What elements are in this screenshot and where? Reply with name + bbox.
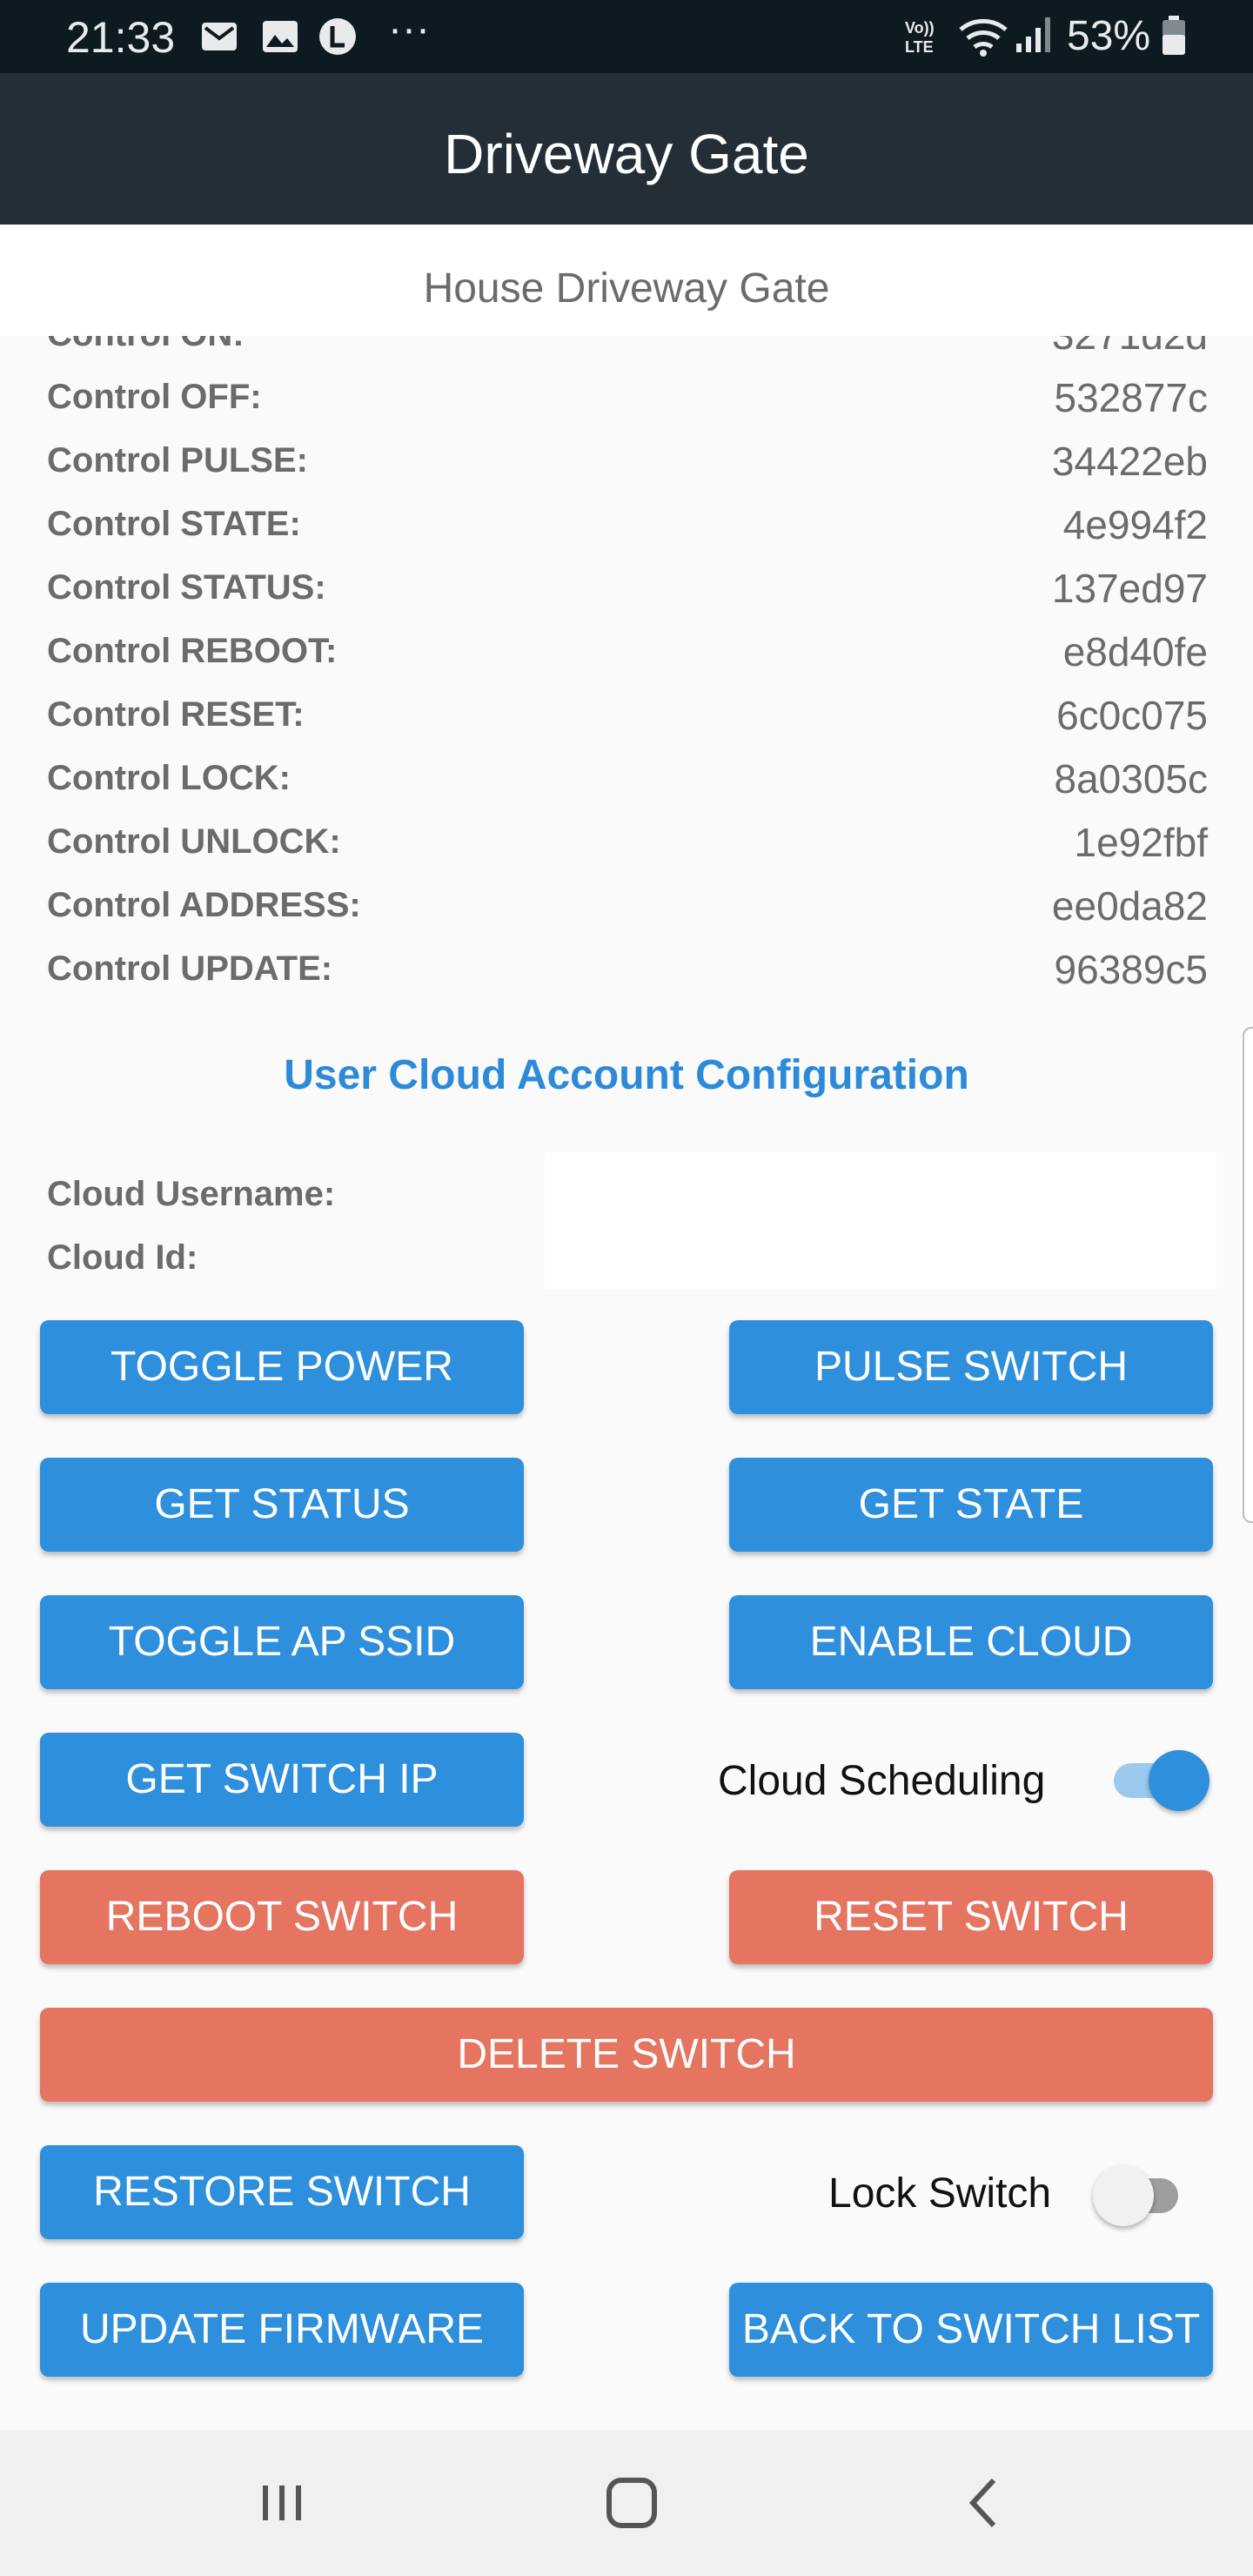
get-state-button[interactable]: GET STATE — [729, 1458, 1213, 1552]
reboot-switch-button[interactable]: REBOOT SWITCH — [40, 1870, 524, 1964]
get-switch-ip-button[interactable]: GET SWITCH IP — [40, 1733, 524, 1827]
toggle-thumb — [1093, 2165, 1154, 2226]
status-bar: 21:33 ··· Vo)) LTE 53% — [0, 0, 1253, 73]
svg-text:LTE: LTE — [905, 38, 934, 56]
info-label: Control UPDATE: — [47, 949, 333, 988]
wifi-icon — [959, 18, 1008, 57]
toggle-thumb — [1149, 1750, 1209, 1811]
info-value: 4e994f2 — [1062, 502, 1208, 547]
cloud-section-title: User Cloud Account Configuration — [284, 1052, 969, 1098]
info-row-control-on: Control ON: 3271d2d — [47, 336, 1208, 366]
get-status-button[interactable]: GET STATUS — [40, 1458, 524, 1552]
volte-icon: Vo)) LTE — [905, 19, 935, 56]
info-row-control-reset: Control RESET: 6c0c075 — [47, 683, 1208, 746]
toggle-power-button[interactable]: TOGGLE POWER — [40, 1320, 524, 1414]
info-label: Control STATE: — [47, 505, 301, 543]
info-value: 34422eb — [1051, 439, 1208, 484]
signal-icon — [1016, 17, 1050, 52]
enable-cloud-button[interactable]: ENABLE CLOUD — [729, 1595, 1213, 1689]
info-value: 96389c5 — [1054, 947, 1209, 992]
app-header: Driveway Gate — [0, 73, 1253, 225]
info-row-control-reboot: Control REBOOT: e8d40fe — [47, 620, 1208, 682]
mail-icon — [202, 23, 237, 50]
info-value: 137ed97 — [1051, 566, 1208, 611]
switch-name: House Driveway Gate — [423, 265, 830, 312]
delete-switch-button[interactable]: DELETE SWITCH — [40, 2008, 1213, 2102]
info-value: 3271d2d — [1052, 336, 1208, 359]
info-row-control-status: Control STATUS: 137ed97 — [47, 556, 1208, 619]
scroll-handle[interactable] — [1243, 1027, 1253, 1523]
info-label: Control STATUS: — [47, 568, 326, 607]
info-row-control-unlock: Control UNLOCK: 1e92fbf — [47, 810, 1208, 873]
info-label: Control ADDRESS: — [47, 886, 361, 924]
cloud-id-label: Cloud Id: — [47, 1238, 198, 1277]
info-label: Control RESET: — [47, 695, 305, 734]
status-time: 21:33 — [66, 13, 176, 62]
subtitle-bar: House Driveway Gate — [0, 225, 1253, 336]
toggle-ap-ssid-button[interactable]: TOGGLE AP SSID — [40, 1595, 524, 1689]
l-app-icon — [319, 18, 356, 55]
info-value: 1e92fbf — [1074, 820, 1208, 865]
info-label: Control ON: — [47, 336, 245, 354]
battery-icon — [1163, 16, 1185, 55]
battery-percent: 53% — [1067, 13, 1151, 59]
info-row-control-off: Control OFF: 532877c — [47, 366, 1208, 428]
restore-switch-button[interactable]: RESTORE SWITCH — [40, 2145, 524, 2239]
page-title: Driveway Gate — [444, 123, 809, 185]
more-notifications: ··· — [388, 6, 430, 52]
cloud-scheduling-label: Cloud Scheduling — [718, 1758, 1046, 1804]
cloud-credentials-field[interactable] — [545, 1152, 1216, 1290]
recents-icon[interactable] — [245, 2466, 318, 2539]
info-row-control-lock: Control LOCK: 8a0305c — [47, 747, 1208, 809]
info-row-control-address: Control ADDRESS: ee0da82 — [47, 874, 1208, 936]
info-label: Control OFF: — [47, 378, 262, 416]
system-nav-bar — [0, 2430, 1253, 2576]
info-row-control-update: Control UPDATE: 96389c5 — [47, 937, 1208, 997]
reset-switch-button[interactable]: RESET SWITCH — [729, 1870, 1213, 1964]
svg-text:Vo)): Vo)) — [905, 19, 935, 37]
info-row-control-state: Control STATE: 4e994f2 — [47, 493, 1208, 555]
info-value: 8a0305c — [1054, 756, 1209, 802]
image-icon — [263, 21, 298, 52]
cloud-scheduling-toggle[interactable] — [1105, 1746, 1218, 1815]
info-label: Control UNLOCK: — [47, 822, 341, 861]
info-value: e8d40fe — [1062, 629, 1208, 674]
home-icon[interactable] — [595, 2466, 668, 2539]
lock-switch-toggle[interactable] — [1088, 2161, 1201, 2231]
control-codes-list[interactable]: Control ON: 3271d2d Control OFF: 532877c… — [0, 336, 1253, 997]
lock-switch-label: Lock Switch — [828, 2170, 1052, 2217]
back-icon[interactable] — [948, 2466, 1022, 2539]
update-firmware-button[interactable]: UPDATE FIRMWARE — [40, 2283, 524, 2377]
info-label: Control REBOOT: — [47, 632, 338, 670]
info-label: Control LOCK: — [47, 759, 291, 797]
info-value: 532877c — [1054, 375, 1209, 420]
info-row-control-pulse: Control PULSE: 34422eb — [47, 429, 1208, 492]
info-value: ee0da82 — [1051, 883, 1208, 929]
info-value: 6c0c075 — [1056, 693, 1208, 738]
info-label: Control PULSE: — [47, 441, 308, 480]
back-to-switch-list-button[interactable]: BACK TO SWITCH LIST — [729, 2283, 1213, 2377]
cloud-username-label: Cloud Username: — [47, 1175, 336, 1213]
pulse-switch-button[interactable]: PULSE SWITCH — [729, 1320, 1213, 1414]
